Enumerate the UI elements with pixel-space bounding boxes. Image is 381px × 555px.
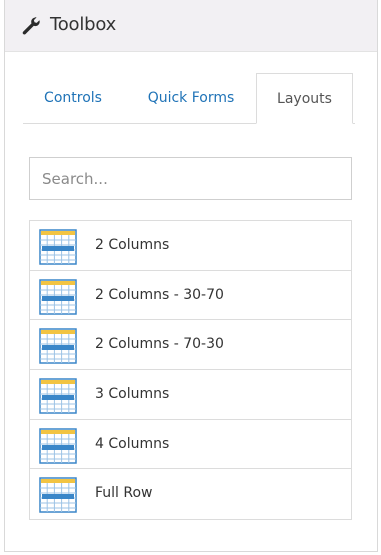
layout-item-label: 2 Columns — [95, 237, 170, 253]
layout-list: 2 Columns 2 Columns - 30-70 2 Columns - … — [29, 220, 352, 521]
layout-item-4-columns[interactable]: 4 Columns — [30, 420, 351, 470]
layout-grid-icon — [39, 477, 77, 514]
layout-item-label: 2 Columns - 70-30 — [95, 336, 224, 353]
layout-grid-icon — [39, 428, 77, 464]
tab-quick-forms[interactable]: Quick Forms — [131, 73, 251, 124]
layout-item-label: 4 Columns — [95, 435, 170, 452]
layout-grid-icon — [39, 278, 77, 315]
layout-item-3-columns[interactable]: 3 Columns — [30, 370, 351, 420]
layout-grid-icon — [39, 378, 77, 414]
layout-item-label: Full Row — [95, 485, 153, 502]
toolbox-tabs: Controls Quick Forms Layouts — [23, 73, 355, 124]
layout-grid-icon — [39, 229, 77, 265]
wrench-icon — [22, 17, 40, 35]
layout-item-label: 3 Columns — [95, 386, 170, 403]
tab-controls[interactable]: Controls — [25, 73, 121, 124]
tab-layouts[interactable]: Layouts — [256, 73, 353, 124]
toolbox-title: Toolbox — [50, 14, 117, 35]
layout-grid-icon — [39, 328, 77, 365]
layout-item-full-row[interactable]: Full Row — [30, 469, 351, 519]
layout-item-label: 2 Columns - 30-70 — [95, 286, 224, 303]
search-input[interactable] — [29, 157, 352, 200]
layout-item-2-columns-70-30[interactable]: 2 Columns - 70-30 — [30, 320, 351, 371]
toolbox-header: Toolbox — [5, 0, 377, 52]
layout-item-2-columns-30-70[interactable]: 2 Columns - 30-70 — [30, 271, 351, 321]
layout-item-2-columns[interactable]: 2 Columns — [30, 221, 351, 271]
